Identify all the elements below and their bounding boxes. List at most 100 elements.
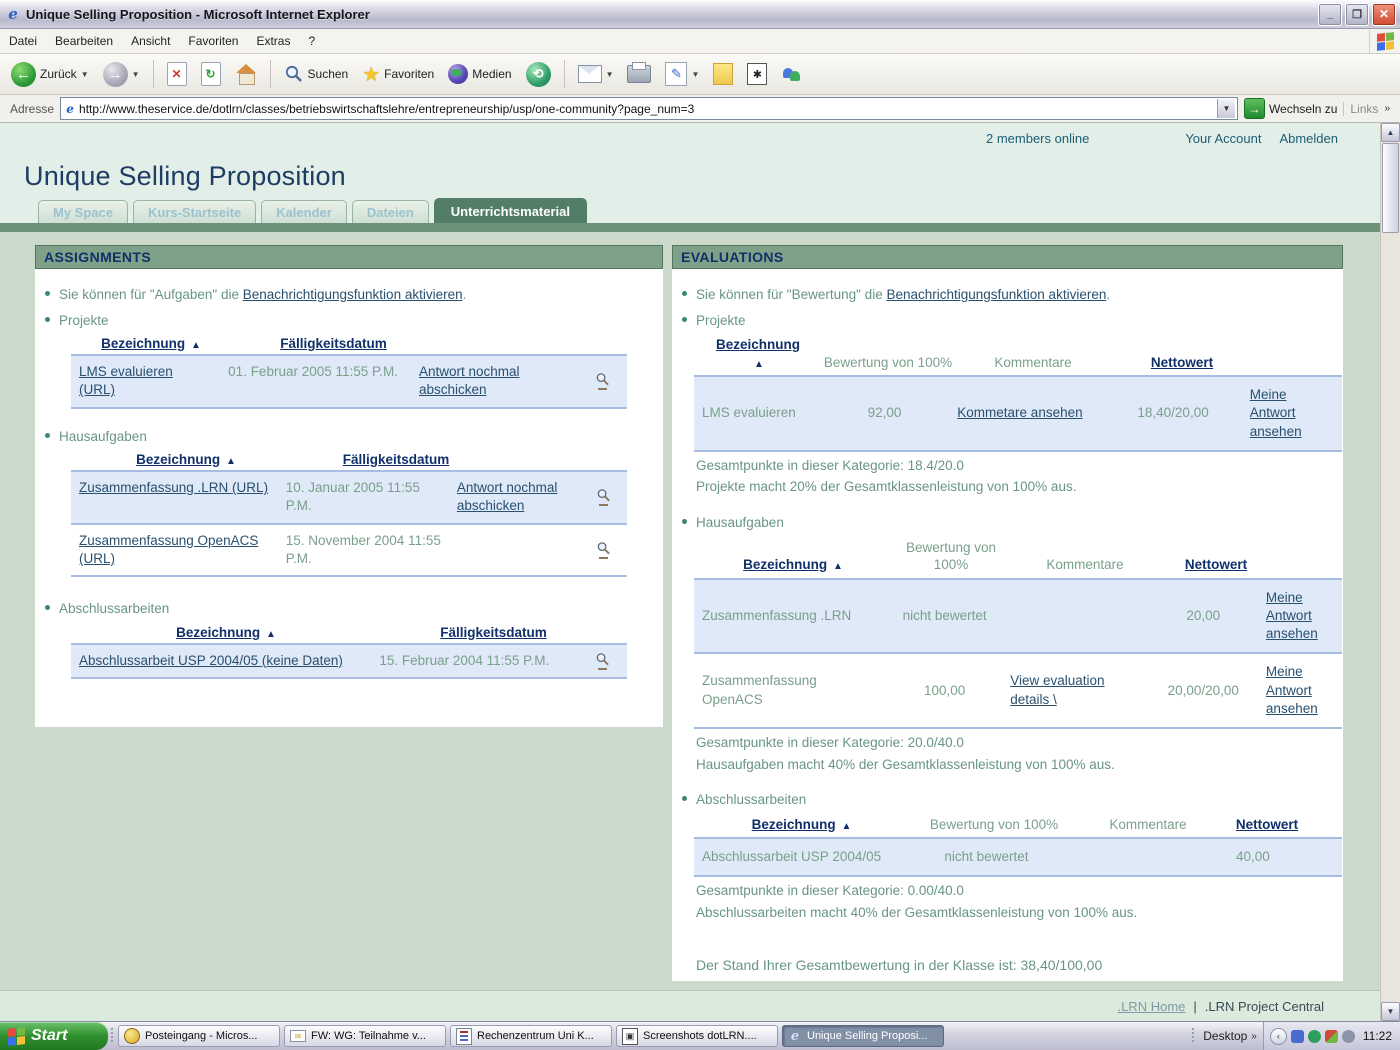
resubmit-link[interactable]: Antwort nochmal abschicken [457,480,558,513]
home-button[interactable] [230,62,262,86]
tab-dateien[interactable]: Dateien [352,200,429,223]
scroll-down-button[interactable]: ▼ [1381,1002,1400,1021]
tray-collapse-icon[interactable]: ‹ [1270,1028,1287,1045]
toolbar-separator [153,60,154,88]
network-tray-icon[interactable] [1291,1030,1304,1043]
menu-help[interactable]: ? [299,31,324,51]
messenger-button[interactable] [776,62,808,86]
sort-nettowert[interactable]: Nettowert [1151,355,1213,370]
sort-nettowert[interactable]: Nettowert [1185,557,1247,572]
stop-button[interactable]: ✕ [162,60,192,88]
sort-faelligkeitsdatum[interactable]: Fälligkeitsdatum [343,452,450,467]
restore-button[interactable]: ❐ [1345,3,1369,26]
view-evaluation-link[interactable]: View evaluation details \ [1010,673,1104,706]
assignment-link[interactable]: Zusammenfassung OpenACS (URL) [79,533,258,566]
app-window-button[interactable]: ✱ [742,61,772,87]
lrn-project-central-link[interactable]: .LRN Project Central [1205,999,1324,1014]
sort-faelligkeitsdatum[interactable]: Fälligkeitsdatum [440,625,547,640]
task-mail-message[interactable]: ✉ FW: WG: Teilnahme v... [284,1025,446,1047]
scroll-up-button[interactable]: ▲ [1381,123,1400,142]
tab-kurs-startseite[interactable]: Kurs-Startseite [133,200,256,223]
eval-net: 20,00/20,00 [1149,673,1258,709]
menu-extras[interactable]: Extras [247,31,299,51]
favorites-button[interactable]: ★ Favoriten [357,60,439,89]
desktop-toolbar[interactable]: Desktop » [1197,1022,1263,1050]
notes-icon [713,63,733,85]
sort-bezeichnung[interactable]: Bezeichnung [752,817,836,832]
vertical-scrollbar[interactable]: ▲ ▼ [1380,123,1400,1021]
notify-activate-link[interactable]: Benachrichtigungsfunktion aktivieren [886,287,1106,302]
details-magnifier-icon[interactable] [580,525,627,575]
menu-datei[interactable]: Datei [0,31,46,51]
resubmit-link[interactable]: Antwort nochmal abschicken [419,364,520,397]
links-chevron-icon: » [1384,103,1390,114]
notify-activate-link[interactable]: Benachrichtigungsfunktion aktivieren [243,287,463,302]
history-button[interactable]: ⟲ [521,60,556,89]
assignment-link[interactable]: LMS evaluieren (URL) [79,364,173,397]
tab-unterrichtsmaterial[interactable]: Unterrichtsmaterial [434,198,587,223]
table-row: Zusammenfassung .LRN nicht bewertet 20,0… [694,578,1342,655]
menu-favoriten[interactable]: Favoriten [179,31,247,51]
media-button[interactable]: Medien [443,62,516,86]
back-button[interactable]: ← Zurück ▼ [6,60,94,89]
details-magnifier-icon[interactable] [579,356,627,406]
your-account-link[interactable]: Your Account [1185,131,1261,146]
tab-kalender[interactable]: Kalender [261,200,347,223]
my-answer-link[interactable]: Meine Antwort ansehen [1250,387,1302,438]
notify-prefix: Sie können für "Bewertung" die [696,287,886,302]
comments-link[interactable]: Kommetare ansehen [957,405,1082,420]
app-tray-icon[interactable] [1325,1030,1338,1043]
address-dropdown-icon[interactable]: ▼ [1217,99,1235,118]
menu-bearbeiten[interactable]: Bearbeiten [46,31,122,51]
sort-bezeichnung[interactable]: Bezeichnung [136,452,220,467]
edit-icon: ✎ [665,62,687,86]
links-menu[interactable]: Links » [1343,102,1396,116]
edit-dropdown-icon[interactable]: ▼ [691,70,699,79]
forward-dropdown-icon[interactable]: ▼ [132,70,140,79]
sort-nettowert[interactable]: Nettowert [1236,817,1298,832]
mail-button[interactable]: ▼ [573,63,619,85]
sort-bezeichnung[interactable]: Bezeichnung [716,337,800,352]
back-label: Zurück [40,67,77,81]
scrollbar-thumb[interactable] [1382,143,1399,233]
start-button[interactable]: Start [0,1022,108,1050]
my-answer-link[interactable]: Meine Antwort ansehen [1266,590,1318,641]
print-button[interactable] [622,63,656,85]
globe-tray-icon[interactable] [1308,1030,1321,1043]
close-button[interactable]: ✕ [1372,3,1396,26]
address-input[interactable] [77,101,1217,117]
sort-bezeichnung[interactable]: Bezeichnung [101,336,185,351]
sort-bezeichnung[interactable]: Bezeichnung [176,625,260,640]
task-screenshots[interactable]: ▣ Screenshots dotLRN.... [616,1025,778,1047]
abschlussarbeiten-total: Gesamtpunkte in dieser Kategorie: 0.00/4… [696,881,1343,901]
details-magnifier-icon[interactable] [580,472,627,522]
details-magnifier-icon[interactable] [578,645,627,677]
assignment-link[interactable]: Zusammenfassung .LRN (URL) [79,480,268,495]
clock-tray-icon[interactable] [1342,1030,1355,1043]
task-posteingang[interactable]: Posteingang - Micros... [118,1025,280,1047]
task-unique-selling-proposition[interactable]: e Unique Selling Proposi... [782,1025,944,1047]
members-online-link[interactable]: 2 members online [986,131,1089,146]
my-answer-link[interactable]: Meine Antwort ansehen [1266,664,1318,715]
logout-link[interactable]: Abmelden [1279,131,1338,146]
assignment-link[interactable]: Abschlussarbeit USP 2004/05 (keine Daten… [79,653,343,668]
notes-button[interactable] [708,61,738,87]
tab-my-space[interactable]: My Space [38,200,128,223]
sort-faelligkeitsdatum[interactable]: Fälligkeitsdatum [280,336,387,351]
back-dropdown-icon[interactable]: ▼ [81,70,89,79]
sort-bezeichnung[interactable]: Bezeichnung [743,557,827,572]
projekte-eval-table: Bezeichnung▲ Bewertung von 100% Kommenta… [694,336,1342,452]
menu-ansicht[interactable]: Ansicht [122,31,179,51]
system-tray: ‹ 11:22 [1263,1022,1400,1050]
edit-button[interactable]: ✎▼ [660,60,704,88]
go-button[interactable]: → Wechseln zu [1244,98,1337,119]
taskbar-clock: 11:22 [1363,1029,1392,1043]
search-button[interactable]: Suchen [279,62,354,86]
refresh-button[interactable]: ↻ [196,60,226,88]
task-rechenzentrum[interactable]: Rechenzentrum Uni K... [450,1025,612,1047]
ie-icon: e [4,5,22,23]
lrn-home-link[interactable]: .LRN Home [1117,999,1185,1014]
mail-dropdown-icon[interactable]: ▼ [606,70,614,79]
forward-button[interactable]: → ▼ [98,60,145,89]
minimize-button[interactable]: _ [1318,3,1342,26]
